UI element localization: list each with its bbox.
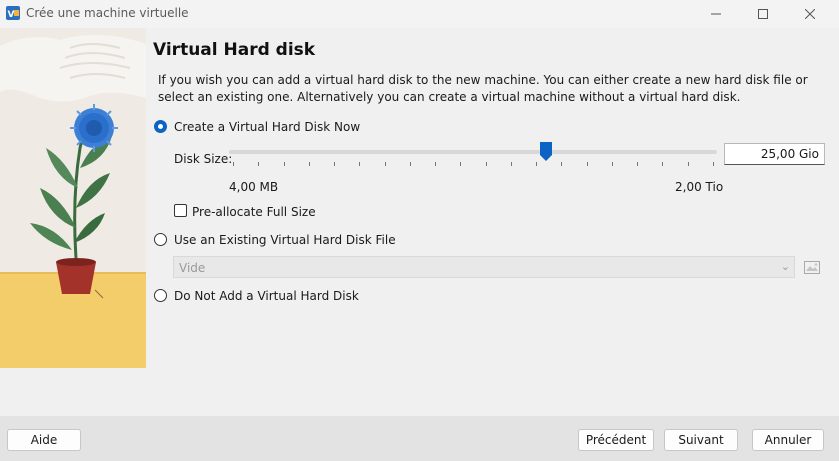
existing-disk-combo-value: Vide xyxy=(179,261,206,275)
preallocate-checkbox[interactable] xyxy=(174,204,187,217)
slider-tick xyxy=(485,162,487,166)
cancel-button[interactable]: Annuler xyxy=(752,429,824,451)
disk-size-slider-handle[interactable] xyxy=(540,142,553,162)
disk-size-slider-track[interactable] xyxy=(229,150,717,154)
slider-tick xyxy=(713,162,714,166)
slider-tick xyxy=(687,162,689,166)
slider-tick xyxy=(435,162,437,166)
create-disk-radio[interactable] xyxy=(154,120,167,133)
slider-tick xyxy=(308,162,310,166)
slider-tick xyxy=(460,162,462,166)
window-title: Crée une machine virtuelle xyxy=(26,6,189,20)
disk-size-max-label: 2,00 Tio xyxy=(675,180,724,194)
close-button[interactable] xyxy=(787,0,833,28)
chevron-down-icon: ⌄ xyxy=(780,260,790,273)
slider-tick xyxy=(510,162,512,166)
slider-tick xyxy=(359,162,361,166)
back-button[interactable]: Précédent xyxy=(578,429,654,451)
page-description: If you wish you can add a virtual hard d… xyxy=(158,73,808,104)
disk-size-label: Disk Size: xyxy=(174,152,233,166)
footer-bar: Aide Précédent Suivant Annuler xyxy=(0,416,839,461)
maximize-icon xyxy=(758,9,768,19)
slider-tick xyxy=(409,162,411,166)
existing-disk-combo[interactable]: Vide ⌄ xyxy=(173,256,795,278)
slider-tick xyxy=(384,162,386,166)
slider-tick xyxy=(283,162,285,166)
preallocate-label[interactable]: Pre-allocate Full Size xyxy=(192,205,316,219)
slider-tick xyxy=(662,162,664,166)
disk-size-input[interactable]: 25,00 Gio xyxy=(724,143,825,165)
no-disk-label[interactable]: Do Not Add a Virtual Hard Disk xyxy=(174,289,359,303)
title-bar: V Crée une machine virtuelle xyxy=(0,0,839,28)
slider-tick xyxy=(611,162,613,166)
slider-tick xyxy=(233,162,234,166)
existing-disk-label[interactable]: Use an Existing Virtual Hard Disk File xyxy=(174,233,396,247)
close-icon xyxy=(805,9,815,19)
page-title: Virtual Hard disk xyxy=(153,40,316,60)
slider-tick xyxy=(334,162,336,166)
slider-tick xyxy=(536,162,538,166)
create-disk-label[interactable]: Create a Virtual Hard Disk Now xyxy=(174,120,360,134)
disk-size-min-label: 4,00 MB xyxy=(229,180,279,194)
slider-tick xyxy=(637,162,639,166)
slider-tick xyxy=(258,162,260,166)
maximize-button[interactable] xyxy=(740,0,786,28)
virtualbox-app-icon: V xyxy=(6,6,20,20)
svg-text:V: V xyxy=(8,10,15,20)
no-disk-radio[interactable] xyxy=(154,289,167,302)
next-button[interactable]: Suivant xyxy=(664,429,738,451)
folder-browse-icon[interactable] xyxy=(803,258,821,276)
wizard-page: Virtual Hard disk If you wish you can ad… xyxy=(0,28,839,416)
help-button[interactable]: Aide xyxy=(7,429,81,451)
wizard-illustration xyxy=(0,28,146,368)
minimize-button[interactable] xyxy=(693,0,739,28)
slider-tick xyxy=(561,162,563,166)
minimize-icon xyxy=(711,13,721,15)
slider-tick xyxy=(586,162,588,166)
existing-disk-radio[interactable] xyxy=(154,233,167,246)
